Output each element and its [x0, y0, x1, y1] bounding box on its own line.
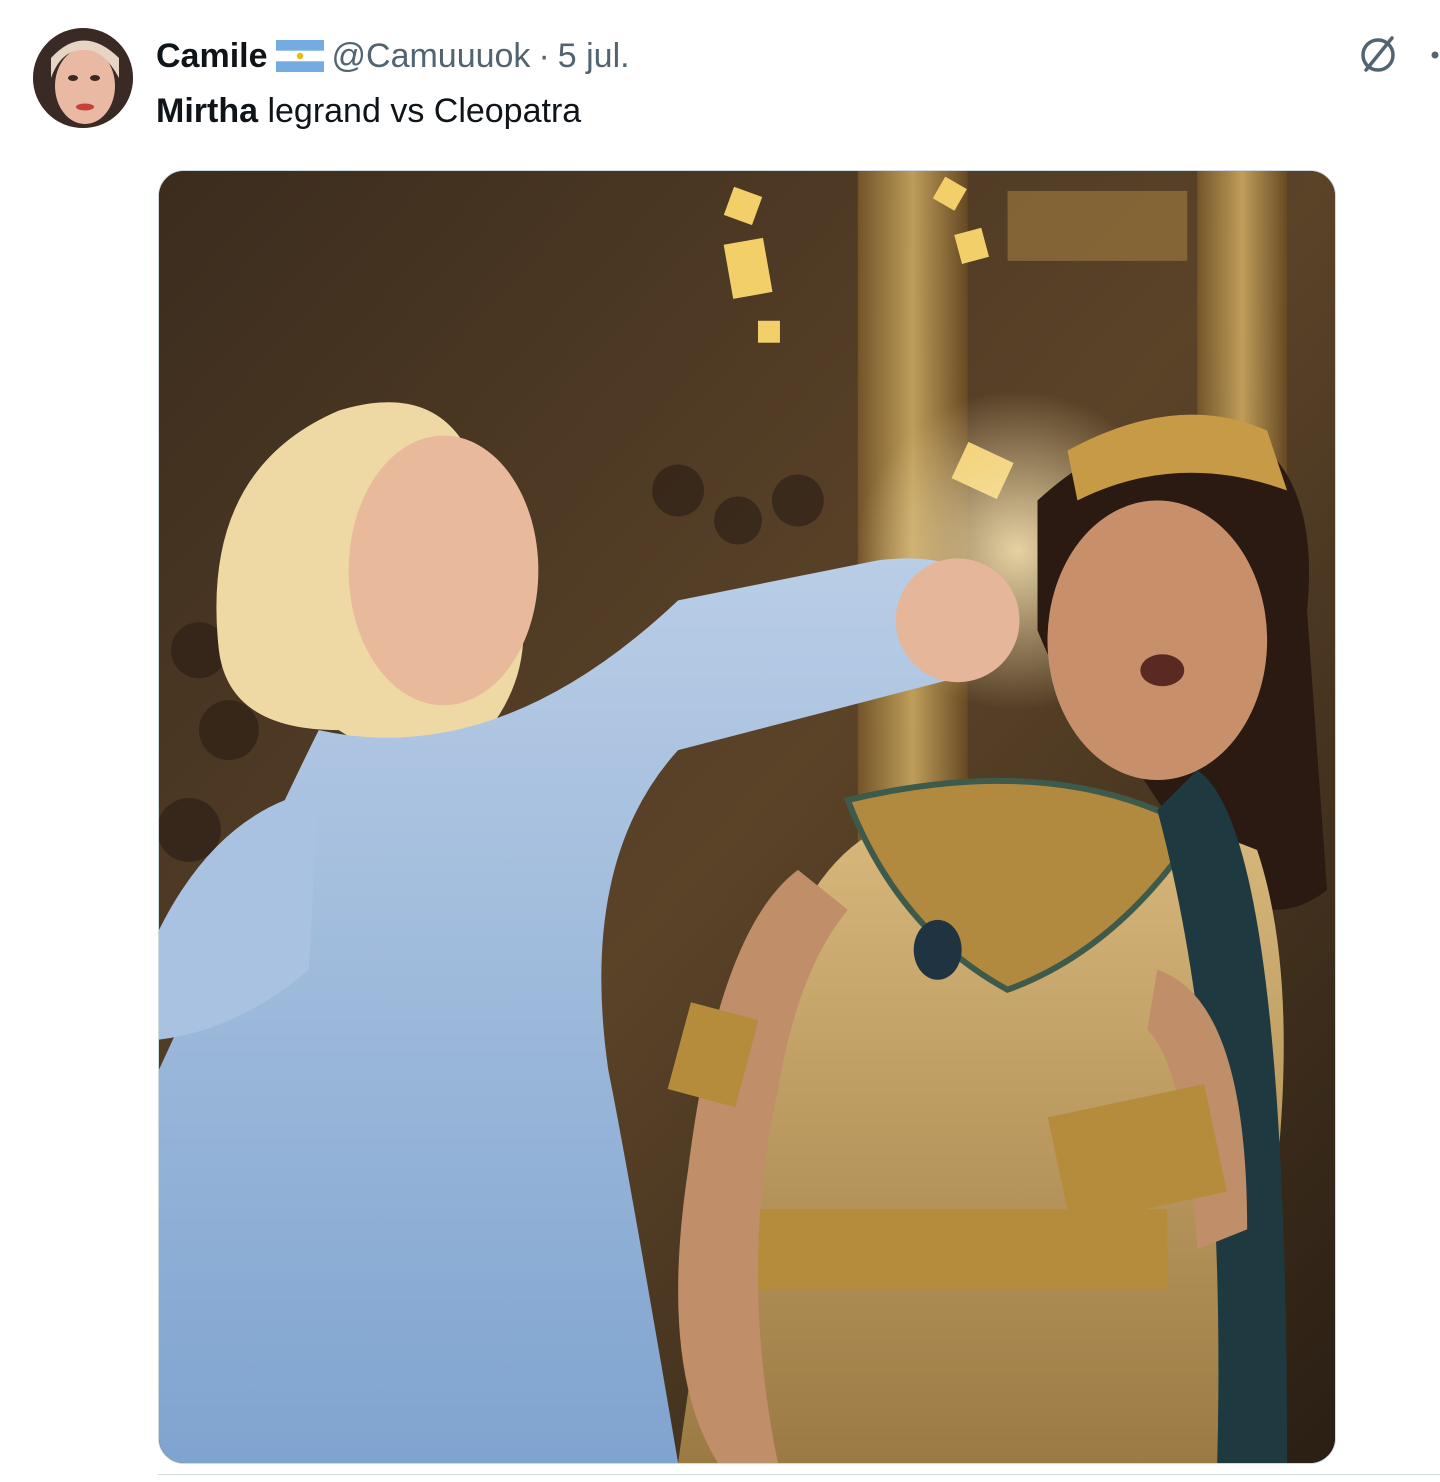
user-handle[interactable]: @Camuuuok [332, 34, 531, 78]
grok-slash-circle-icon[interactable] [1354, 30, 1402, 78]
separator-dot: · [538, 37, 550, 75]
tweet-date[interactable]: 5 jul. [558, 34, 630, 78]
display-name[interactable]: Camile [156, 34, 268, 78]
tweet-text: Mirtha legrand vs Cleopatra [156, 88, 581, 134]
tweet[interactable]: Camile @Camuuuok · 5 jul. Mirtha legrand… [0, 0, 1440, 1482]
tweet-text-rest: legrand vs Cleopatra [258, 92, 582, 130]
avatar-image [33, 28, 133, 128]
bottom-divider [158, 1474, 1440, 1475]
argentina-flag-icon [275, 40, 324, 72]
tweet-text-bold: Mirtha [156, 92, 258, 130]
more-dots-icon[interactable] [1426, 40, 1440, 70]
tweet-header: Camile @Camuuuok · 5 jul. [156, 34, 630, 78]
avatar[interactable] [33, 28, 133, 128]
media-image [159, 171, 1335, 1463]
tweet-media-photo[interactable] [158, 170, 1336, 1464]
